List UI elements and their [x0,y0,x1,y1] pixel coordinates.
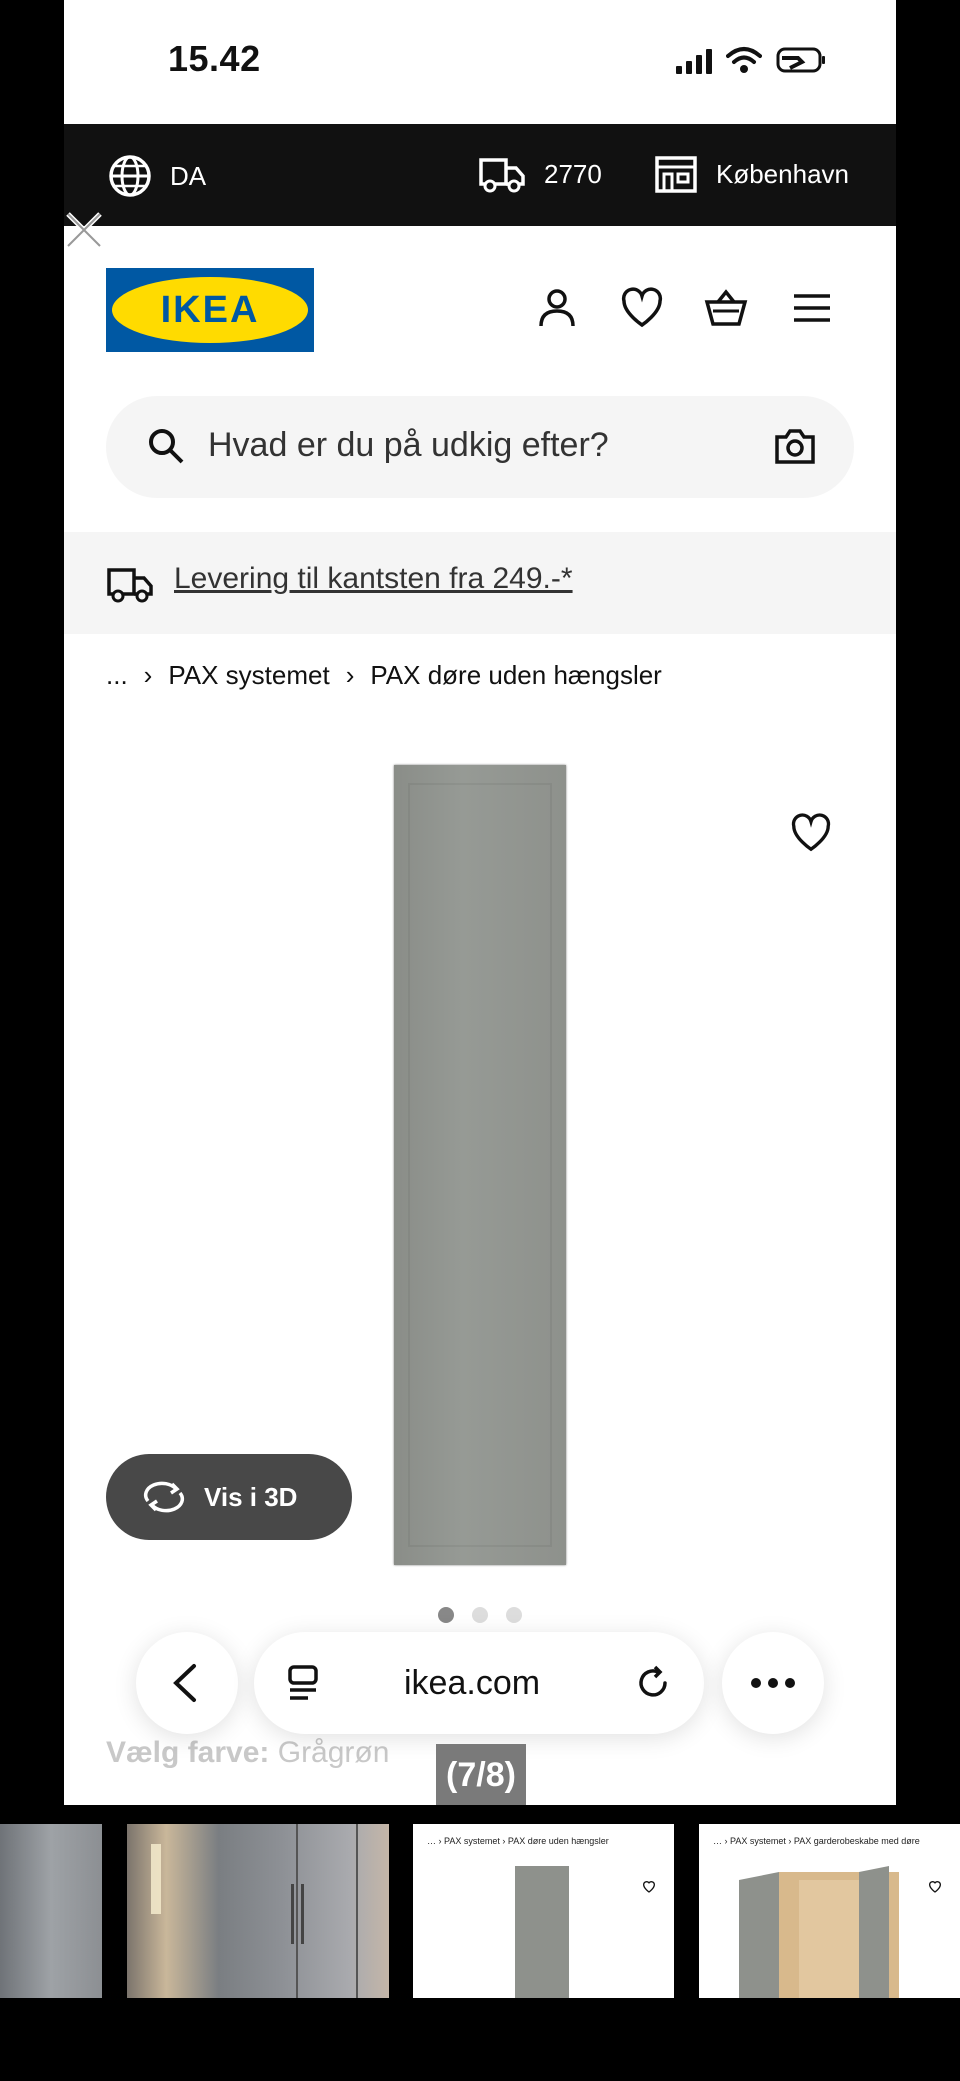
view-in-3d-label: Vis i 3D [204,1481,298,1512]
rotate-3d-icon [143,1481,185,1513]
favorites-icon[interactable] [620,286,664,330]
thumbnail-4[interactable]: … › PAX systemet › PAX garderobeskabe me… [699,1824,960,1998]
status-icons [676,46,826,74]
browser-more-button[interactable] [722,1632,824,1734]
thumbnail-3[interactable]: … › PAX systemet › PAX døre uden hængsle… [413,1824,674,1998]
language-label: DA [170,160,207,191]
color-choice-value: Grågrøn [277,1736,390,1769]
menu-icon[interactable] [790,286,834,330]
ikea-logo[interactable]: IKEA [106,268,314,352]
more-dots-icon [751,1678,795,1688]
thumbnail-breadcrumb: … › PAX systemet › PAX døre uden hængsle… [427,1836,609,1846]
battery-icon [776,47,825,73]
signal-icon [676,48,712,74]
image-counter: (7/8) [436,1744,526,1805]
breadcrumb-item-pax-systemet[interactable]: PAX systemet [168,660,329,691]
truck-icon [479,158,525,193]
thumbnail-2[interactable] [127,1824,389,1998]
view-in-3d-button[interactable]: Vis i 3D [106,1454,352,1540]
delivery-link[interactable]: Levering til kantsten fra 249.-* [174,562,573,596]
color-choice: Vælg farve: Grågrøn [106,1736,389,1770]
basket-icon[interactable] [704,286,748,330]
heart-icon [928,1881,942,1893]
thumbnail-breadcrumb: … › PAX systemet › PAX garderobeskabe me… [713,1836,920,1846]
breadcrumb-item-pax-doors[interactable]: PAX døre uden hængsler [370,660,661,691]
heart-icon [642,1881,656,1893]
product-image-door[interactable] [394,765,566,1565]
search-icon [149,429,184,464]
search-input[interactable]: Hvad er du på udkig efter? [106,396,854,498]
url-text: ikea.com [404,1664,541,1702]
status-bar: 15.42 [64,0,896,124]
reader-mode-icon[interactable] [286,1664,322,1702]
color-choice-label: Vælg farve: [106,1736,270,1769]
store-label: København [716,158,849,189]
store-selector[interactable]: København [654,154,849,194]
reload-icon[interactable] [634,1664,672,1702]
store-icon [655,156,697,193]
search-placeholder: Hvad er du på udkig efter? [208,426,609,464]
carousel-dots [438,1607,522,1623]
chevron-left-icon [173,1664,196,1702]
thumbnail-door-image [515,1866,569,1998]
account-icon[interactable] [535,286,579,330]
chevron-right-icon: › [345,660,355,690]
chevron-right-icon: › [143,660,153,690]
locale-bar: DA 2770 København [64,124,896,226]
thumbnail-strip: … › PAX systemet › PAX døre uden hængsle… [0,1824,960,1998]
language-selector[interactable]: DA [108,154,206,198]
status-time: 15.42 [168,38,261,79]
browser-back-button[interactable] [136,1632,238,1734]
wardrobe-open-image [739,1866,899,1998]
phone-screen: 15.42 DA 2770 København IKEA Hvad er du … [64,0,896,1805]
browser-address-bar[interactable]: ikea.com [254,1632,704,1734]
postal-code-selector[interactable]: 2770 [478,154,602,194]
camera-icon[interactable] [774,426,816,466]
wifi-icon [726,47,762,73]
carousel-dot[interactable] [472,1607,488,1623]
delivery-banner: Levering til kantsten fra 249.-* [64,532,896,634]
wardrobe-photo [151,1824,358,1998]
breadcrumb: ... › PAX systemet › PAX døre uden hængs… [106,660,662,691]
globe-icon [109,155,151,197]
carousel-dot[interactable] [438,1607,454,1623]
carousel-dot[interactable] [506,1607,522,1623]
close-icon[interactable] [62,208,106,252]
truck-icon [107,568,153,603]
site-header: IKEA [64,226,896,376]
thumbnail-1[interactable] [0,1824,102,1998]
breadcrumb-ellipsis[interactable]: ... [106,660,128,691]
add-to-favorites-icon[interactable] [790,812,832,854]
postal-code-label: 2770 [544,158,602,189]
